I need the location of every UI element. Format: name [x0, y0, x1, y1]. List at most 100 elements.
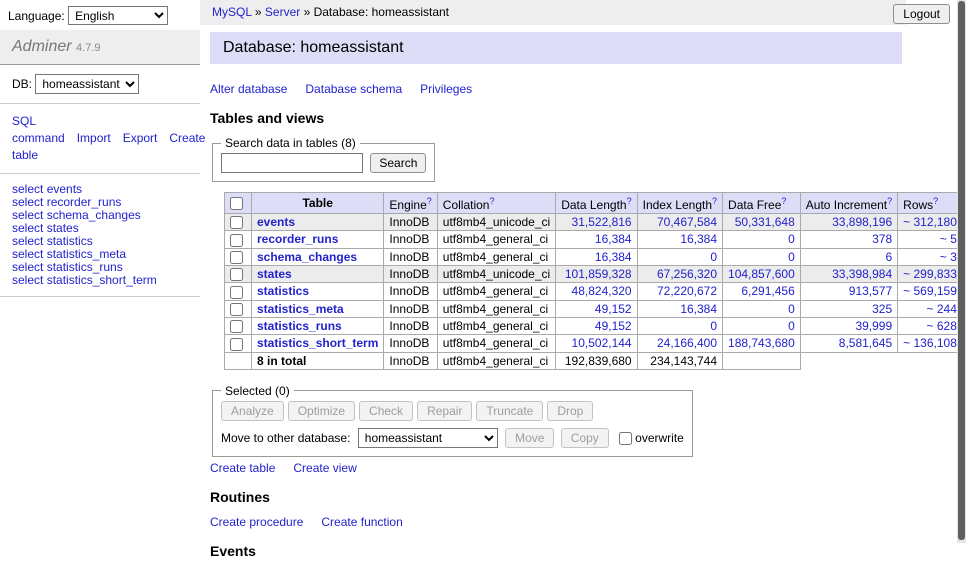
sidebar-action-import[interactable]: Import [77, 131, 111, 145]
sidebar-table-link[interactable]: statistics_runs [47, 260, 123, 274]
data-length-link[interactable]: 49,152 [595, 319, 632, 333]
index-length-link[interactable]: 24,166,400 [657, 336, 717, 350]
index-length-link[interactable]: 72,220,672 [657, 284, 717, 298]
data-length-link[interactable]: 101,859,328 [565, 267, 632, 281]
help-link[interactable]: ? [933, 196, 938, 206]
index-length-link[interactable]: 0 [710, 319, 717, 333]
data-free-link[interactable]: 0 [788, 232, 795, 246]
optimize-button[interactable]: Optimize [288, 401, 355, 421]
data-length-link[interactable]: 31,522,816 [572, 215, 632, 229]
row-checkbox[interactable] [230, 338, 243, 351]
help-link[interactable]: ? [781, 196, 786, 206]
sidebar-table-link[interactable]: statistics_meta [47, 247, 126, 261]
select-link[interactable]: select [12, 182, 43, 196]
row-checkbox[interactable] [230, 216, 243, 229]
row-checkbox[interactable] [230, 286, 243, 299]
link-alter-database[interactable]: Alter database [210, 82, 287, 96]
db-select[interactable]: homeassistant [35, 74, 139, 94]
data-free-link[interactable]: 188,743,680 [728, 336, 795, 350]
rows-link[interactable]: ~ 136,108 [903, 336, 957, 350]
row-checkbox[interactable] [230, 303, 243, 316]
link-database-schema[interactable]: Database schema [305, 82, 402, 96]
help-link[interactable]: ? [427, 196, 432, 206]
sidebar-action-sql-command[interactable]: SQL command [12, 114, 65, 145]
sidebar-table-link[interactable]: statistics [47, 234, 93, 248]
data-free-link[interactable]: 104,857,600 [728, 267, 795, 281]
table-name-link[interactable]: recorder_runs [257, 232, 338, 246]
link-create-table[interactable]: Create table [210, 461, 275, 475]
sidebar-table-link[interactable]: events [47, 182, 82, 196]
move-db-select[interactable]: homeassistant [358, 428, 498, 448]
sidebar-action-export[interactable]: Export [123, 131, 158, 145]
rows-link[interactable]: ~ 3 [940, 250, 957, 264]
auto-increment-link[interactable]: 913,577 [849, 284, 892, 298]
row-checkbox[interactable] [230, 251, 243, 264]
data-length-link[interactable]: 10,502,144 [572, 336, 632, 350]
link-create-procedure[interactable]: Create procedure [210, 515, 303, 529]
move-button[interactable]: Move [505, 428, 554, 448]
index-length-link[interactable]: 67,256,320 [657, 267, 717, 281]
help-link[interactable]: ? [887, 196, 892, 206]
table-name-link[interactable]: statistics_short_term [257, 336, 378, 350]
select-link[interactable]: select [12, 247, 43, 261]
data-length-link[interactable]: 49,152 [595, 302, 632, 316]
analyze-button[interactable]: Analyze [221, 401, 284, 421]
auto-increment-link[interactable]: 325 [872, 302, 892, 316]
auto-increment-link[interactable]: 6 [885, 250, 892, 264]
check-all-checkbox[interactable] [230, 197, 243, 210]
auto-increment-link[interactable]: 8,581,645 [839, 336, 892, 350]
truncate-button[interactable]: Truncate [476, 401, 543, 421]
data-free-link[interactable]: 6,291,456 [741, 284, 794, 298]
sidebar-table-link[interactable]: schema_changes [47, 208, 141, 222]
index-length-link[interactable]: 0 [710, 250, 717, 264]
index-length-link[interactable]: 16,384 [680, 302, 717, 316]
link-create-view[interactable]: Create view [293, 461, 356, 475]
overwrite-label[interactable]: overwrite [619, 431, 684, 445]
row-checkbox[interactable] [230, 234, 243, 247]
index-length-link[interactable]: 16,384 [680, 232, 717, 246]
table-name-link[interactable]: statistics_meta [257, 302, 344, 316]
breadcrumb-item-mysql[interactable]: MySQL [212, 5, 252, 19]
data-length-link[interactable]: 48,824,320 [572, 284, 632, 298]
search-button[interactable]: Search [370, 153, 426, 173]
row-checkbox[interactable] [230, 320, 243, 333]
help-link[interactable]: ? [712, 196, 717, 206]
rows-link[interactable]: ~ 312,180 [903, 215, 957, 229]
rows-link[interactable]: ~ 244 [927, 302, 957, 316]
select-link[interactable]: select [12, 221, 43, 235]
data-free-link[interactable]: 0 [788, 250, 795, 264]
auto-increment-link[interactable]: 33,898,196 [832, 215, 892, 229]
index-length-link[interactable]: 70,467,584 [657, 215, 717, 229]
select-link[interactable]: select [12, 208, 43, 222]
row-checkbox[interactable] [230, 268, 243, 281]
link-privileges[interactable]: Privileges [420, 82, 472, 96]
data-length-link[interactable]: 16,384 [595, 232, 632, 246]
sidebar-table-link[interactable]: recorder_runs [47, 195, 122, 209]
select-link[interactable]: select [12, 273, 43, 287]
search-input[interactable] [221, 153, 363, 173]
copy-button[interactable]: Copy [561, 428, 609, 448]
rows-link[interactable]: ~ 628 [927, 319, 957, 333]
sidebar-table-link[interactable]: statistics_short_term [47, 273, 157, 287]
breadcrumb-item-server[interactable]: Server [265, 5, 300, 19]
overwrite-checkbox[interactable] [619, 432, 632, 445]
scrollbar[interactable] [957, 0, 966, 543]
rows-link[interactable]: ~ 299,833 [903, 267, 957, 281]
drop-button[interactable]: Drop [547, 401, 593, 421]
sidebar-table-link[interactable]: states [47, 221, 79, 235]
select-link[interactable]: select [12, 195, 43, 209]
data-free-link[interactable]: 0 [788, 319, 795, 333]
data-free-link[interactable]: 50,331,648 [735, 215, 795, 229]
language-select[interactable]: English [68, 6, 168, 25]
auto-increment-link[interactable]: 33,398,984 [832, 267, 892, 281]
scrollbar-thumb[interactable] [958, 1, 965, 540]
select-link[interactable]: select [12, 260, 43, 274]
data-length-link[interactable]: 16,384 [595, 250, 632, 264]
repair-button[interactable]: Repair [417, 401, 472, 421]
table-name-link[interactable]: statistics_runs [257, 319, 342, 333]
link-create-function[interactable]: Create function [321, 515, 402, 529]
rows-link[interactable]: ~ 569,159 [903, 284, 957, 298]
help-link[interactable]: ? [627, 196, 632, 206]
data-free-link[interactable]: 0 [788, 302, 795, 316]
auto-increment-link[interactable]: 378 [872, 232, 892, 246]
